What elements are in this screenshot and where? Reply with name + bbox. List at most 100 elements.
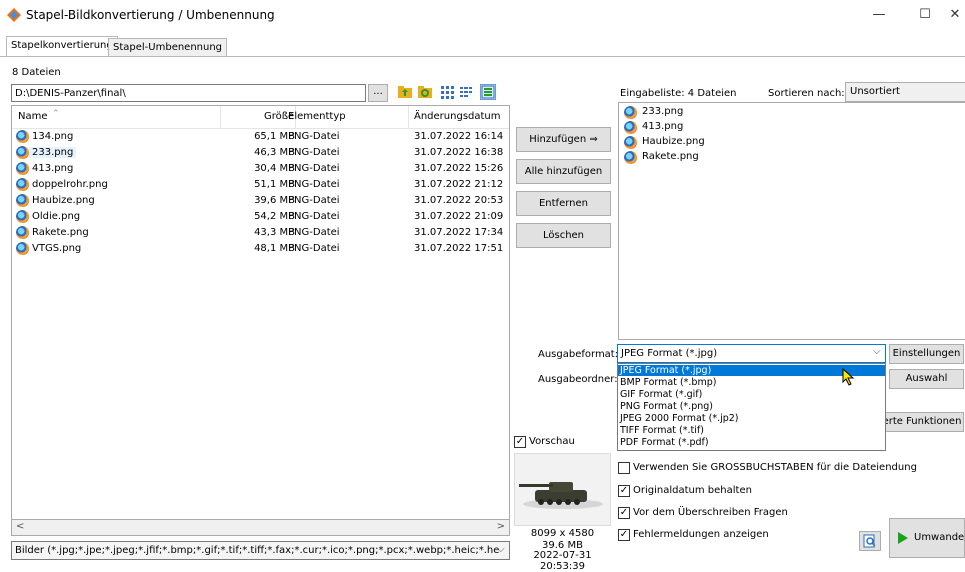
file-row[interactable]: doppelrohr.png 51,1 MB PNG-Datei 31.07.2022… [12,177,509,193]
sort-select[interactable]: Unsortiert [845,82,965,102]
file-date: 31.07.2022 16:38 [414,147,504,158]
search-preview-icon[interactable] [859,531,881,551]
sort-value: Unsortiert [850,86,900,97]
png-file-icon [624,121,637,134]
file-name: VTGS.png [32,243,82,254]
preview-dimensions: 8099 x 4580 [530,528,595,539]
sort-label: Sortieren nach: [768,88,845,99]
folder-up-icon[interactable] [397,84,413,100]
file-name: Oldie.png [32,211,81,222]
convert-label: Umwandeln [914,532,965,543]
png-file-icon [16,146,29,159]
file-name: Rakete.png [32,227,89,238]
settings-button[interactable]: Einstellungen [889,344,964,364]
file-date: 31.07.2022 17:34 [414,227,504,238]
file-filter-select[interactable]: Bilder (*.jpg;*.jpe;*.jpeg;*.jfif;*.bmp;… [11,541,510,560]
file-row[interactable]: 134.png 65,1 MB PNG-Datei 31.07.2022 16:14 [12,129,509,145]
ask-overwrite-label: Vor dem Überschreiben Fragen [633,507,788,518]
file-row[interactable]: Oldie.png 54,2 MB PNG-Datei 31.07.2022 21:0… [12,209,509,225]
png-file-icon [16,178,29,191]
horizontal-scrollbar[interactable]: < > [11,519,510,536]
file-date: 31.07.2022 17:51 [414,243,504,254]
add-button[interactable]: Hinzufügen ⇒ [516,127,611,152]
file-row[interactable]: Rakete.png 43,3 MB PNG-Datei 31.07.2022 17:… [12,225,509,241]
scroll-right-icon[interactable]: > [497,521,505,532]
file-row[interactable]: 413.png 30,4 MB PNG-Datei 31.07.2022 15:26 [12,161,509,177]
format-option[interactable]: TIFF Format (*.tif) [618,425,885,436]
file-date: 31.07.2022 15:26 [414,163,504,174]
format-option[interactable]: PNG Format (*.png) [618,401,885,412]
preview-image [514,453,611,526]
advanced-functions-button[interactable]: erte Funktionen [880,412,964,432]
list-item-label: Rakete.png [642,151,699,162]
file-name: 233.png [29,147,77,158]
show-errors-checkbox[interactable]: ✓ [618,529,630,541]
view-details-icon[interactable] [480,84,496,100]
view-grid-icon[interactable] [439,84,455,100]
refresh-folder-icon[interactable] [417,84,433,100]
minimize-button[interactable]: — [864,4,894,26]
view-list-icon[interactable] [459,84,475,100]
input-list[interactable]: 233.png 413.png Haubize.png Rakete.png [618,102,965,340]
png-file-icon [16,210,29,223]
file-count: 8 Dateien [12,67,61,78]
file-name: doppelrohr.png [32,179,108,190]
file-type: PNG-Datei [288,131,340,142]
add-all-button[interactable]: Alle hinzufügen [516,159,611,184]
file-type: PNG-Datei [288,147,340,158]
keep-date-checkbox[interactable]: ✓ [618,485,630,497]
file-name: 413.png [32,163,74,174]
file-type: PNG-Datei [288,227,340,238]
keep-date-label: Originaldatum behalten [633,485,752,496]
format-option[interactable]: PDF Format (*.pdf) [618,437,885,448]
col-date[interactable]: Änderungsdatum [414,111,501,122]
remove-button[interactable]: Entfernen [516,191,611,216]
play-icon [898,532,908,547]
preview-checkbox[interactable]: ✓ [514,436,526,448]
file-date: 31.07.2022 16:14 [414,131,504,142]
ask-overwrite-checkbox[interactable]: ✓ [618,507,630,519]
file-filter-value: Bilder (*.jpg;*.jpe;*.jpeg;*.jfif;*.bmp;… [15,545,500,556]
file-type: PNG-Datei [288,195,340,206]
file-row[interactable]: Haubize.png 39,6 MB PNG-Datei 31.07.2022 20… [12,193,509,209]
file-type: PNG-Datei [288,211,340,222]
choose-folder-button[interactable]: Auswahl [889,369,964,389]
file-list[interactable]: Name ⌃ Größe Elementtyp Änderungsdatum 1… [11,105,510,527]
chevron-down-icon[interactable]: ⌵ [497,544,505,555]
browse-button[interactable]: ... [368,84,388,102]
file-row[interactable]: 233.png 46,3 MB PNG-Datei 31.07.2022 16:38 [12,145,509,161]
file-name: 134.png [32,131,74,142]
close-button[interactable]: ✕ [945,4,965,26]
delete-button[interactable]: Löschen [516,223,611,248]
scroll-left-icon[interactable]: < [16,521,24,532]
cursor-icon [842,367,856,389]
format-option[interactable]: GIF Format (*.gif) [618,389,885,400]
folder-path-field[interactable]: D:\DENIS-Panzer\final\ [11,84,366,102]
file-date: 31.07.2022 20:53 [414,195,504,206]
file-date: 31.07.2022 21:09 [414,211,504,222]
app-icon [7,8,21,22]
uppercase-checkbox[interactable] [618,462,630,474]
format-value: JPEG Format (*.jpg) [621,348,718,359]
list-item-label: Haubize.png [642,136,705,147]
png-file-icon [624,151,637,164]
file-row[interactable]: VTGS.png 48,1 MB PNG-Datei 31.07.2022 17:51 [12,241,509,257]
format-select[interactable]: JPEG Format (*.jpg) [617,344,886,363]
preview-date: 2022-07-31 20:53:39 [533,550,592,572]
png-file-icon [16,194,29,207]
tab-divider [0,56,965,57]
window-title: Stapel-Bildkonvertierung / Umbenennung [26,8,275,22]
tab-batch-convert[interactable]: Stapelkonvertierung [6,36,118,57]
format-label: Ausgabeformat: [538,349,619,360]
png-file-icon [16,242,29,255]
file-type: PNG-Datei [288,163,340,174]
sort-asc-icon: ⌃ [52,109,60,119]
folder-label: Ausgabeordner: [538,374,618,385]
format-option[interactable]: JPEG 2000 Format (*.jp2) [618,413,885,424]
col-name[interactable]: Name [18,111,48,122]
tab-batch-rename[interactable]: Stapel-Umbenennung [108,38,228,56]
png-file-icon [16,162,29,175]
chevron-down-icon[interactable]: ⌵ [873,346,881,357]
maximize-button[interactable]: ☐ [910,4,940,26]
col-type[interactable]: Elementtyp [288,111,346,122]
